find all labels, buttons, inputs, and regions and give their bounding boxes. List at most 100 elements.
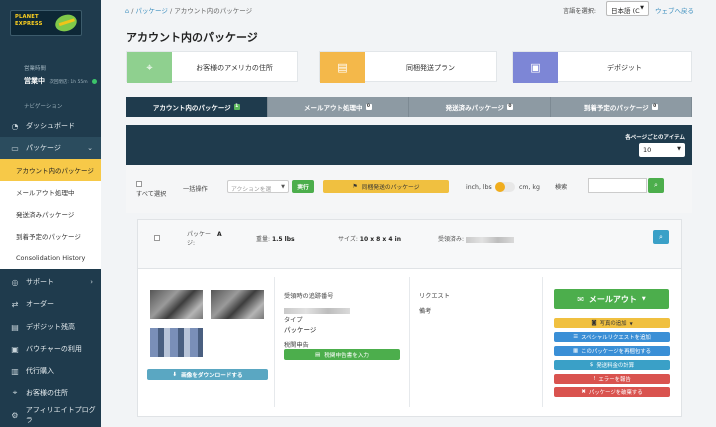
- package-name-label-2: ジ:: [187, 240, 196, 247]
- sidebar-item-support[interactable]: ◎ サポート ›: [0, 271, 101, 293]
- download-icon: ⬇: [172, 371, 178, 378]
- sidebar-item-label: アフィリエイトプログラ: [25, 406, 96, 424]
- combine-packages-button[interactable]: ⚑ 同梱発送のパッケージ: [323, 180, 449, 193]
- deposit-icon: ▤: [11, 322, 19, 332]
- count-badge: 0: [651, 104, 658, 110]
- search-icon: ⌕: [654, 181, 658, 189]
- back-to-web-link[interactable]: ウェブへ戻る: [655, 5, 694, 15]
- sidebar-item-label: オーダー: [26, 300, 54, 308]
- document-icon: ▤: [314, 351, 321, 358]
- discard-package-button[interactable]: ✖ パッケージを破棄する: [554, 387, 670, 397]
- package-name-label: パッケー A: [187, 231, 222, 238]
- location-icon: ⌖: [12, 388, 18, 397]
- sidebar-item-label: サポート: [26, 278, 54, 286]
- card-label: 同梱発送プラン: [406, 63, 455, 72]
- caret-down-icon: ▼: [640, 5, 644, 11]
- divider: [542, 277, 543, 407]
- subitem-shipped-packages[interactable]: 発送済みパッケージ: [0, 203, 101, 225]
- planet-logo-icon: [53, 11, 79, 35]
- order-icon: ⇄: [11, 299, 19, 309]
- unit-toggle[interactable]: [495, 182, 515, 192]
- trash-icon: ✖: [581, 389, 586, 395]
- box-icon: ▦: [572, 348, 579, 354]
- list-icon: ☰: [573, 334, 579, 340]
- divider: [274, 277, 275, 407]
- package-received: 受領済み:: [438, 234, 514, 243]
- toggle-knob: [495, 182, 505, 192]
- status-sub: 次回閉店: 1h 55m: [49, 80, 88, 85]
- special-request-button[interactable]: ☰ スペシャルリクエストを追加: [554, 332, 670, 342]
- breadcrumb-current: アカウント内のパッケージ: [174, 7, 253, 15]
- tab-shipped[interactable]: 発送済みパッケージ 0: [409, 97, 551, 117]
- sidebar-item-affiliate[interactable]: ⚙ アフィリエイトプログラ: [0, 404, 101, 426]
- status-label: 営業中: [24, 77, 45, 85]
- sidebar-item-packages[interactable]: ▭ パッケージ ⌄: [0, 137, 101, 159]
- card-us-address[interactable]: ⌖ お客様のアメリカの住所: [126, 51, 298, 83]
- unit-imperial-label: inch, lbs: [466, 184, 492, 191]
- planet-express-logo[interactable]: PLANET EXPRESS: [10, 10, 82, 36]
- exclamation-icon: !: [593, 376, 596, 382]
- count-badge: 0: [506, 104, 513, 110]
- chevron-right-icon: ›: [90, 278, 93, 286]
- breadcrumb: ⌂ / パッケージ / アカウント内のパッケージ: [125, 7, 253, 15]
- clipboard-icon: ▤: [320, 52, 365, 83]
- sidebar-item-dashboard[interactable]: ◔ ダッシュボード: [0, 115, 101, 137]
- sidebar-item-voucher[interactable]: ▣ バウチャーの利用: [0, 338, 101, 360]
- redacted-date: [465, 236, 514, 243]
- hours-label: 営業時間: [24, 66, 47, 72]
- search-input[interactable]: [588, 178, 647, 193]
- card-label: お客様のアメリカの住所: [196, 63, 273, 72]
- search-label: 検索: [555, 184, 568, 191]
- shipping-calc-button[interactable]: $ 発送料金の計算: [554, 360, 670, 370]
- execute-button[interactable]: 実行: [292, 180, 314, 193]
- location-pin-icon: ⌖: [127, 52, 172, 83]
- download-images-button[interactable]: ⬇ 画像をダウンロードする: [147, 369, 268, 380]
- sidebar-item-label: ダッシュボード: [26, 122, 75, 130]
- card-label: デポジット: [607, 63, 642, 72]
- tab-account-packages[interactable]: アカウント内のパッケージ 1: [126, 97, 268, 117]
- breadcrumb-packages[interactable]: パッケージ: [136, 7, 168, 15]
- affiliate-icon: ⚙: [11, 410, 19, 420]
- subitem-account-packages[interactable]: アカウント内のパッケージ: [0, 159, 101, 181]
- sidebar-item-address[interactable]: ⌖ お客様の住所: [0, 382, 101, 404]
- notes-label: 備考: [419, 308, 432, 315]
- items-per-page-select[interactable]: 10 ▼: [639, 143, 685, 157]
- app-root: PLANET EXPRESS 営業時間 営業中 次回閉店: 1h 55m ナビゲー…: [0, 0, 716, 427]
- select-all-checkbox[interactable]: [136, 181, 142, 187]
- search-icon: ⌕: [659, 232, 663, 241]
- repack-button[interactable]: ▦ このパッケージを再梱包する: [554, 346, 670, 356]
- package-photo-2[interactable]: [211, 290, 264, 319]
- add-photo-button[interactable]: ◙ 写真の追加 ▼: [554, 318, 670, 328]
- package-weight: 重量: 1.5 lbs: [256, 236, 295, 243]
- tab-mailout-processing[interactable]: メールアウト処理中 0: [267, 97, 409, 117]
- bulk-action-label: 一括操作: [183, 186, 208, 193]
- select-all-label: すべて選択: [136, 191, 167, 198]
- count-badge: 1: [233, 104, 240, 110]
- subitem-mailout-processing[interactable]: メールアウト処理中: [0, 181, 101, 203]
- tracking-label: 受領時の追跡番号: [284, 293, 334, 300]
- package-checkbox[interactable]: [154, 235, 160, 241]
- package-icon: ▭: [11, 143, 19, 153]
- sidebar-item-shopping[interactable]: ▥ 代行購入: [0, 360, 101, 382]
- bulk-action-select[interactable]: アクションを選 ▼: [227, 180, 289, 193]
- home-icon[interactable]: ⌂: [125, 7, 129, 15]
- package-photo-3[interactable]: [150, 328, 203, 357]
- subitem-expected-packages[interactable]: 到着予定のパッケージ: [0, 225, 101, 247]
- language-label: 言語を選択:: [563, 8, 597, 15]
- language-select[interactable]: 日本語 (C ▼: [606, 1, 649, 16]
- customs-form-button[interactable]: ▤ 税関申告書を入力: [284, 349, 400, 360]
- package-photo-1[interactable]: [150, 290, 203, 319]
- report-error-button[interactable]: ! エラーを報告: [554, 374, 670, 384]
- tab-expected[interactable]: 到着予定のパッケージ 0: [550, 97, 692, 117]
- subitem-consolidation-history[interactable]: Consolidation History: [0, 247, 101, 269]
- sidebar-item-orders[interactable]: ⇄ オーダー: [0, 293, 101, 315]
- card-deposit[interactable]: ▣ デポジット: [512, 51, 692, 83]
- combine-icon: ⚑: [352, 183, 358, 190]
- package-detail-button[interactable]: ⌕: [653, 230, 669, 244]
- packages-submenu: アカウント内のパッケージ メールアウト処理中 発送済みパッケージ 到着予定のパッ…: [0, 159, 101, 269]
- card-consolidation-plan[interactable]: ▤ 同梱発送プラン: [319, 51, 497, 83]
- sidebar-item-deposit[interactable]: ▤ デポジット残高: [0, 316, 101, 338]
- search-button[interactable]: ⌕: [648, 178, 664, 193]
- mailout-button[interactable]: ✉ メールアウト ▼: [554, 289, 669, 309]
- customs-label: 税関申告: [284, 342, 309, 349]
